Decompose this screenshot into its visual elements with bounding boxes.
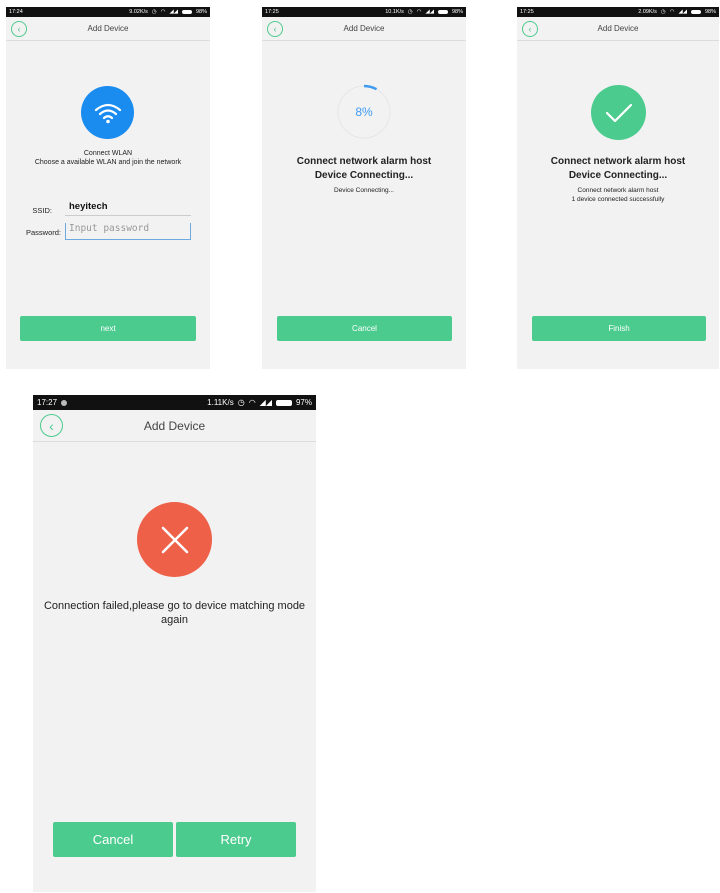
battery-percent: 98% [704, 9, 716, 15]
status-bar: 17:24 9.02K/s ◷ ◠ ◢◢ 98% [6, 7, 210, 17]
screen-failed: 17:27 1.11K/s ◷ ◠ ◢◢ 97% ‹ Add Device Co… [33, 395, 316, 892]
battery-percent: 98% [451, 9, 463, 15]
cell-signal-icon: ◢◢ [259, 398, 272, 407]
cell-signal-icon: ◢◢ [425, 9, 434, 15]
cancel-button[interactable]: Cancel [277, 316, 452, 341]
status-time: 17:25 [265, 9, 279, 15]
back-button[interactable]: ‹ [40, 414, 63, 437]
battery-icon [181, 10, 192, 14]
success-sub-line2: 1 device connected successfully [571, 196, 665, 203]
page-title: Add Device [87, 24, 129, 33]
wifi-signal-icon: ◠ [248, 398, 256, 407]
back-button[interactable]: ‹ [11, 20, 27, 37]
alarm-icon: ◷ [407, 9, 413, 15]
chevron-left-icon: ‹ [17, 23, 21, 34]
back-button[interactable]: ‹ [522, 20, 538, 37]
network-speed: 9.02K/s [129, 9, 148, 15]
success-sub-line1: Connect network alarm host [577, 187, 659, 194]
success-title-line2: Device Connecting... [568, 170, 668, 181]
password-input[interactable]: Input password [65, 223, 191, 240]
wifi-icon [94, 103, 121, 123]
status-bar: 17:27 1.11K/s ◷ ◠ ◢◢ 97% [33, 395, 316, 410]
alarm-icon: ◷ [660, 9, 666, 15]
success-circle [591, 85, 646, 140]
screen-connecting: 17:25 10.1K/s ◷ ◠ ◢◢ 98% ‹ Add Device 8%… [262, 7, 466, 369]
password-label: Password: [25, 228, 61, 237]
error-message-line1: Connection failed,please go to device ma… [43, 600, 306, 612]
error-message-line2: again [161, 614, 188, 626]
finish-button[interactable]: Finish [532, 316, 706, 341]
page-title: Add Device [597, 24, 639, 33]
network-speed: 10.1K/s [385, 9, 404, 15]
cell-signal-icon: ◢◢ [169, 9, 178, 15]
screen-success: 17:25 2.09K/s ◷ ◠ ◢◢ 98% ‹ Add Device Co… [517, 7, 719, 369]
checkmark-icon [605, 103, 632, 122]
wifi-signal-icon: ◠ [669, 9, 675, 15]
status-bar: 17:25 10.1K/s ◷ ◠ ◢◢ 98% [262, 7, 466, 17]
back-button[interactable]: ‹ [267, 20, 283, 37]
progress-ring: 8% [336, 84, 392, 140]
connect-title-line2: Device Connecting... [314, 170, 414, 181]
next-button[interactable]: next [20, 316, 196, 341]
wifi-signal-icon: ◠ [160, 9, 166, 15]
notification-icon [61, 399, 68, 406]
network-speed: 1.11K/s [207, 398, 234, 407]
connect-subtitle: Device Connecting... [334, 187, 394, 194]
success-title-line1: Connect network alarm host [550, 156, 686, 167]
status-time: 17:27 [37, 398, 58, 407]
progress-percent: 8% [355, 105, 373, 119]
chevron-left-icon: ‹ [49, 417, 54, 434]
status-time: 17:25 [520, 9, 534, 15]
alarm-icon: ◷ [237, 398, 245, 407]
connect-title-line1: Connect network alarm host [296, 156, 432, 167]
screen-connect-wlan: 17:24 9.02K/s ◷ ◠ ◢◢ 98% ‹ Add Device Co… [6, 7, 210, 369]
wifi-circle [81, 86, 134, 139]
status-time: 17:24 [9, 9, 23, 15]
cancel-button[interactable]: Cancel [53, 822, 173, 857]
status-bar: 17:25 2.09K/s ◷ ◠ ◢◢ 98% [517, 7, 719, 17]
app-header: ‹ Add Device [6, 17, 210, 41]
close-icon [161, 526, 188, 553]
wifi-title: Connect WLAN [83, 150, 133, 157]
cell-signal-icon: ◢◢ [678, 9, 687, 15]
chevron-left-icon: ‹ [273, 23, 277, 34]
page-title: Add Device [343, 24, 385, 33]
battery-percent: 97% [295, 398, 312, 407]
ssid-field[interactable]: heyitech [65, 201, 191, 216]
battery-percent: 98% [195, 9, 207, 15]
retry-button[interactable]: Retry [176, 822, 296, 857]
page-title: Add Device [143, 418, 206, 433]
app-header: ‹ Add Device [33, 410, 316, 442]
wifi-signal-icon: ◠ [416, 9, 422, 15]
ssid-label: SSID: [32, 206, 52, 215]
battery-icon [690, 10, 701, 14]
network-speed: 2.09K/s [638, 9, 657, 15]
alarm-icon: ◷ [151, 9, 157, 15]
wifi-subtitle: Choose a available WLAN and join the net… [34, 159, 182, 166]
app-header: ‹ Add Device [262, 17, 466, 41]
chevron-left-icon: ‹ [528, 23, 532, 34]
battery-icon [275, 399, 292, 406]
battery-icon [437, 10, 448, 14]
app-header: ‹ Add Device [517, 17, 719, 41]
error-circle [137, 502, 212, 577]
